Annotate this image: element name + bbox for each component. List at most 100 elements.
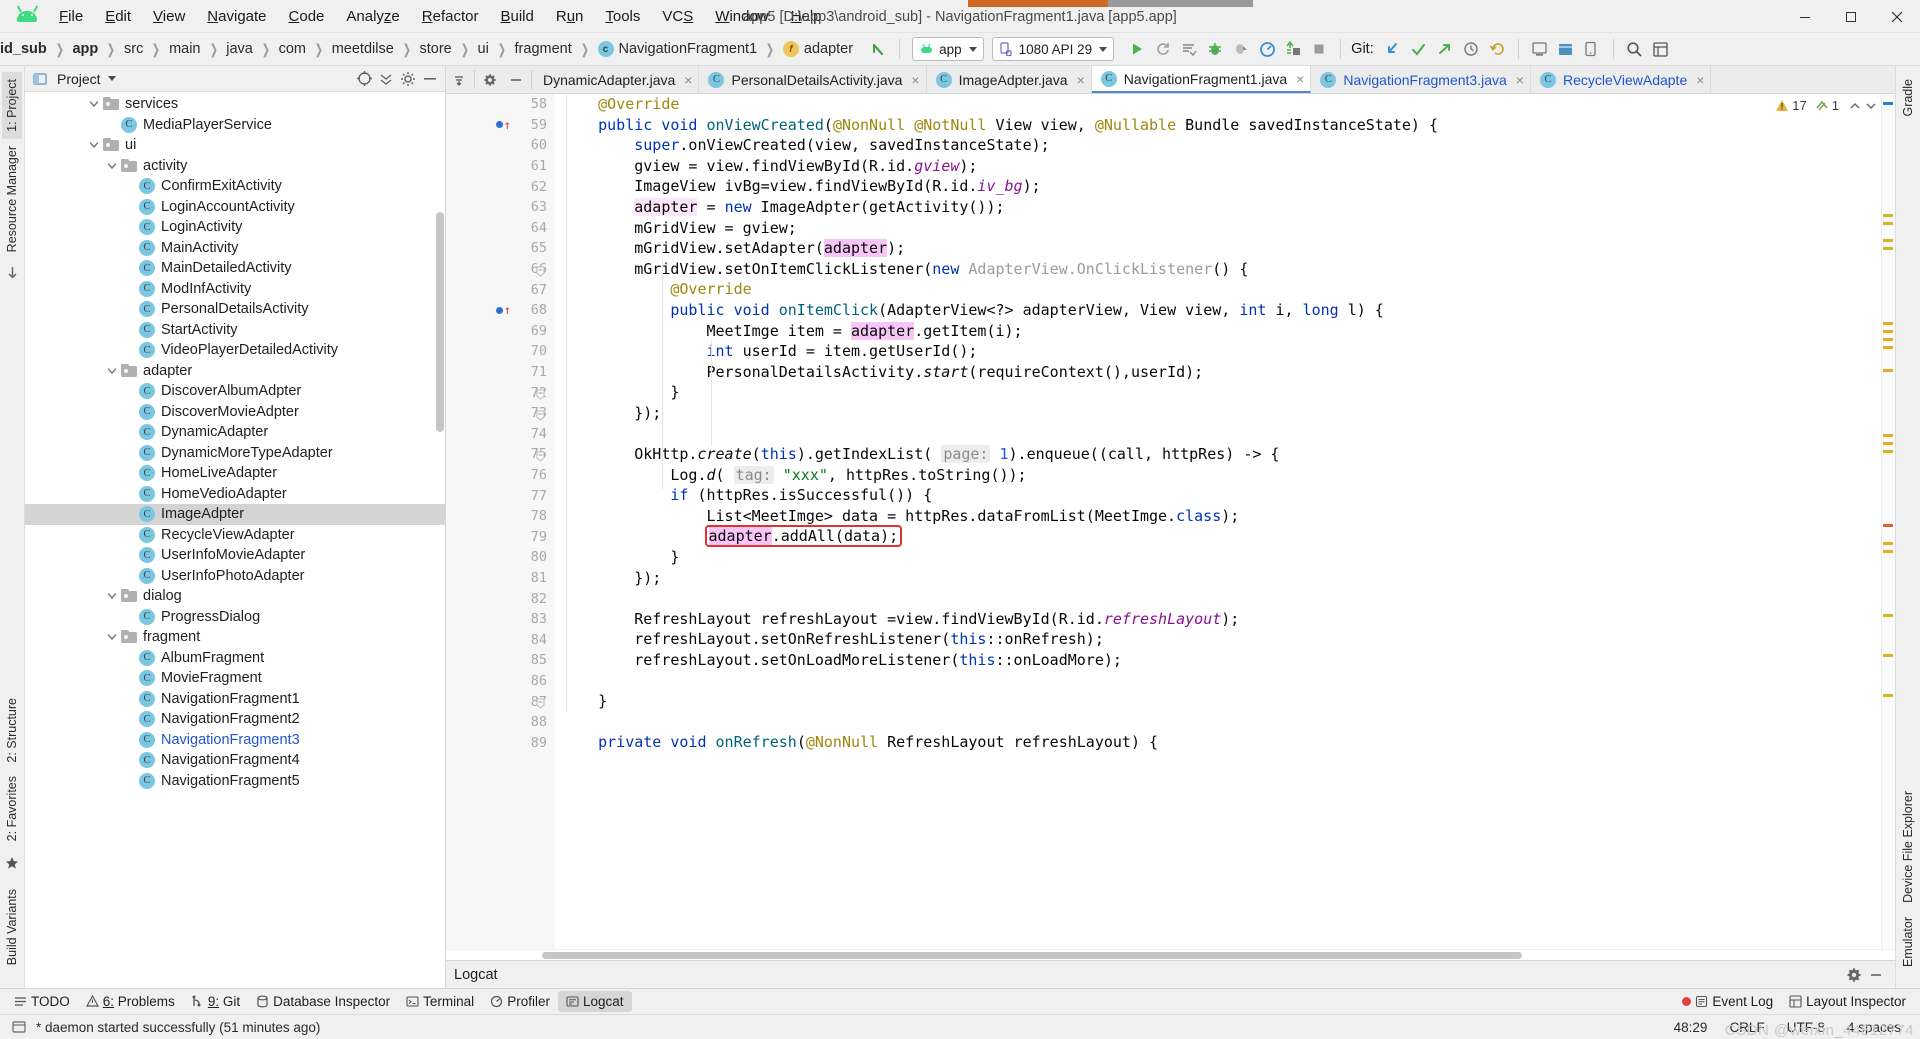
tool-tab-device-file-explorer[interactable]: Device File Explorer: [1898, 784, 1918, 910]
collapse-all-icon[interactable]: [375, 68, 397, 90]
analysis-marker[interactable]: [1883, 247, 1893, 250]
gutter-line-60[interactable]: 60: [446, 135, 553, 156]
code-line-88[interactable]: [562, 712, 1881, 733]
indent-setting[interactable]: 4 spaces: [1847, 1020, 1901, 1035]
back-arrow-icon[interactable]: [865, 36, 891, 62]
run-icon[interactable]: [1124, 36, 1150, 62]
chevron-down-icon[interactable]: [105, 159, 119, 173]
tree-node-videoplayerdetailedactivity[interactable]: C VideoPlayerDetailedActivity: [25, 340, 445, 361]
close-icon[interactable]: ×: [1696, 73, 1704, 87]
tree-node-navigationfragment1[interactable]: C NavigationFragment1: [25, 689, 445, 710]
tool-window-button-logcat[interactable]: Logcat: [557, 991, 632, 1012]
project-tree-scrollbar[interactable]: [436, 212, 444, 432]
tree-node-personaldetailsactivity[interactable]: C PersonalDetailsActivity: [25, 299, 445, 320]
chevron-down-icon[interactable]: [105, 630, 119, 644]
menu-item-file[interactable]: File: [48, 5, 94, 28]
tool-window-button-database-inspector[interactable]: Database Inspector: [248, 991, 398, 1012]
star-icon[interactable]: [5, 856, 19, 875]
chevron-down-icon[interactable]: [87, 97, 101, 111]
code-fold-icon[interactable]: [536, 409, 545, 421]
tool-window-button-git[interactable]: 9: Git: [183, 991, 248, 1012]
editor-tab-navigationfragment3-java[interactable]: C NavigationFragment3.java ×: [1311, 66, 1531, 93]
code-line-89[interactable]: private void onRefresh(@NonNull RefreshL…: [562, 732, 1881, 753]
gutter-line-82[interactable]: 82: [446, 588, 553, 609]
breadcrumb-item-navigationfragment1[interactable]: c NavigationFragment1: [597, 41, 757, 57]
gutter-line-69[interactable]: 69: [446, 321, 553, 342]
code-line-62[interactable]: ImageView ivBg=view.findViewById(R.id.iv…: [562, 176, 1881, 197]
override-marker-icon[interactable]: ↑: [495, 119, 511, 131]
tree-node-userinfomovieadapter[interactable]: C UserInfoMovieAdapter: [25, 545, 445, 566]
code-line-78[interactable]: List<MeetImge> data = httpRes.dataFromLi…: [562, 506, 1881, 527]
code-line-70[interactable]: int userId = item.getUserId();: [562, 341, 1881, 362]
gutter-line-76[interactable]: 76: [446, 465, 553, 486]
menu-item-window[interactable]: Window: [704, 5, 779, 28]
code-line-73[interactable]: });: [562, 403, 1881, 424]
code-line-76[interactable]: Log.d( tag: "xxx", httpRes.toString());: [562, 465, 1881, 486]
gutter-line-68[interactable]: ↑ 68: [446, 300, 553, 321]
tree-node-albumfragment[interactable]: C AlbumFragment: [25, 648, 445, 669]
status-menu-icon[interactable]: [8, 1016, 30, 1038]
tool-window-button-event-log[interactable]: Event Log: [1674, 991, 1781, 1012]
tree-node-discovermovieadpter[interactable]: C DiscoverMovieAdpter: [25, 402, 445, 423]
git-push-icon[interactable]: [1432, 36, 1458, 62]
close-icon[interactable]: ×: [1516, 73, 1524, 87]
analysis-marker[interactable]: [1883, 239, 1893, 242]
close-button[interactable]: [1874, 0, 1920, 33]
tree-node-progressdialog[interactable]: C ProgressDialog: [25, 607, 445, 628]
search-everywhere-icon[interactable]: [1622, 36, 1648, 62]
gutter-line-88[interactable]: 88: [446, 712, 553, 733]
code-fold-icon[interactable]: [536, 265, 545, 277]
gutter-line-79[interactable]: 79: [446, 526, 553, 547]
breadcrumb-item-main[interactable]: main: [169, 41, 200, 57]
gutter-line-61[interactable]: 61: [446, 156, 553, 177]
analysis-gutter[interactable]: [1881, 94, 1895, 949]
analysis-marker[interactable]: [1883, 330, 1893, 333]
stop-icon[interactable]: [1306, 36, 1332, 62]
gutter-line-78[interactable]: 78: [446, 506, 553, 527]
analysis-marker[interactable]: [1883, 450, 1893, 453]
tool-window-button-todo[interactable]: TODO: [6, 991, 78, 1012]
attach-debugger-icon[interactable]: [1228, 36, 1254, 62]
tree-node-dialog[interactable]: dialog: [25, 586, 445, 607]
sdk-manager-icon[interactable]: [1553, 36, 1579, 62]
analysis-marker[interactable]: [1883, 338, 1893, 341]
code-line-59[interactable]: public void onViewCreated(@NonNull @NotN…: [562, 115, 1881, 136]
apply-changes-icon[interactable]: [1176, 36, 1202, 62]
hide-panel-icon[interactable]: [419, 68, 441, 90]
tree-node-dynamicmoretypeadapter[interactable]: C DynamicMoreTypeAdapter: [25, 443, 445, 464]
analysis-marker[interactable]: [1883, 654, 1893, 657]
maximize-button[interactable]: [1828, 0, 1874, 33]
breadcrumb-item-fragment[interactable]: fragment: [515, 41, 572, 57]
gutter-line-81[interactable]: 81: [446, 568, 553, 589]
logcat-hide-icon[interactable]: [1865, 964, 1887, 986]
code-line-68[interactable]: public void onItemClick(AdapterView<?> a…: [562, 300, 1881, 321]
editor-horizontal-scrollbar[interactable]: [542, 952, 1522, 959]
analysis-marker[interactable]: [1883, 102, 1893, 105]
gutter-line-59[interactable]: ↑ 59: [446, 115, 553, 136]
analysis-marker[interactable]: [1883, 369, 1893, 372]
prev-problem-icon[interactable]: [1849, 100, 1861, 112]
tree-node-activity[interactable]: activity: [25, 156, 445, 177]
tree-node-confirmexitactivity[interactable]: C ConfirmExitActivity: [25, 176, 445, 197]
code-line-85[interactable]: refreshLayout.setOnLoadMoreListener(this…: [562, 650, 1881, 671]
close-icon[interactable]: ×: [1077, 73, 1085, 87]
code-line-74[interactable]: [562, 424, 1881, 445]
avd-manager-icon[interactable]: [1527, 36, 1553, 62]
git-update-icon[interactable]: [1380, 36, 1406, 62]
apply-code-changes-icon[interactable]: [1280, 36, 1306, 62]
code-line-67[interactable]: @Override: [562, 279, 1881, 300]
code-line-58[interactable]: @Override: [562, 94, 1881, 115]
gutter-line-73[interactable]: 73: [446, 403, 553, 424]
line-separator[interactable]: CRLF: [1729, 1020, 1764, 1035]
analysis-marker[interactable]: [1883, 542, 1893, 545]
tool-tab-gradle[interactable]: Gradle: [1898, 72, 1918, 124]
code-line-81[interactable]: });: [562, 568, 1881, 589]
tree-node-dynamicadapter[interactable]: C DynamicAdapter: [25, 422, 445, 443]
gutter-line-62[interactable]: 62: [446, 176, 553, 197]
tree-node-modinfactivity[interactable]: C ModInfActivity: [25, 279, 445, 300]
layout-captures-icon[interactable]: [6, 266, 19, 284]
code-line-83[interactable]: RefreshLayout refreshLayout =view.findVi…: [562, 609, 1881, 630]
tree-node-navigationfragment2[interactable]: C NavigationFragment2: [25, 709, 445, 730]
history-icon[interactable]: [1458, 36, 1484, 62]
breadcrumb-item-adapter[interactable]: f adapter: [782, 41, 853, 57]
